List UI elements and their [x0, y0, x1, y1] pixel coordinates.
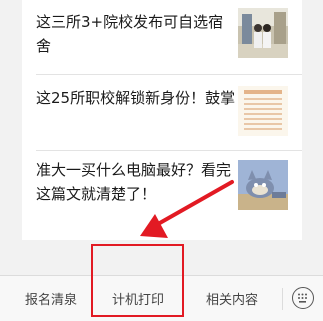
menu-divider	[282, 288, 283, 310]
menu-item-registration[interactable]: 报名清泉	[14, 276, 88, 321]
article-title[interactable]: 这三所3+院校发布可自选宿舍	[36, 10, 236, 58]
article-item[interactable]: 准大一买什么电脑最好？看完这篇文就清楚了！	[22, 158, 302, 218]
cartoon-cat-thumbnail	[238, 160, 288, 210]
divider	[36, 150, 302, 151]
article-title[interactable]: 准大一买什么电脑最好？看完这篇文就清楚了！	[36, 158, 236, 206]
article-item[interactable]: 这三所3+院校发布可自选宿舍	[22, 8, 302, 64]
divider	[36, 74, 302, 75]
dorm-photo-thumbnail	[238, 8, 288, 58]
article-list: 这三所3+院校发布可自选宿舍 这25所职校解锁新身份！鼓掌 准大一买什么电脑最好…	[22, 0, 302, 240]
highlight-box	[91, 244, 184, 317]
menu-item-label: 相关内容	[205, 293, 258, 308]
article-item[interactable]: 这25所职校解锁新身份！鼓掌	[22, 86, 302, 142]
menu-item-label: 报名清泉	[24, 293, 77, 308]
document-thumbnail	[238, 86, 288, 136]
menu-item-related-content[interactable]: 相关内容	[188, 276, 276, 321]
article-title[interactable]: 这25所职校解锁新身份！鼓掌	[36, 86, 236, 110]
keyboard-icon[interactable]	[292, 287, 314, 309]
